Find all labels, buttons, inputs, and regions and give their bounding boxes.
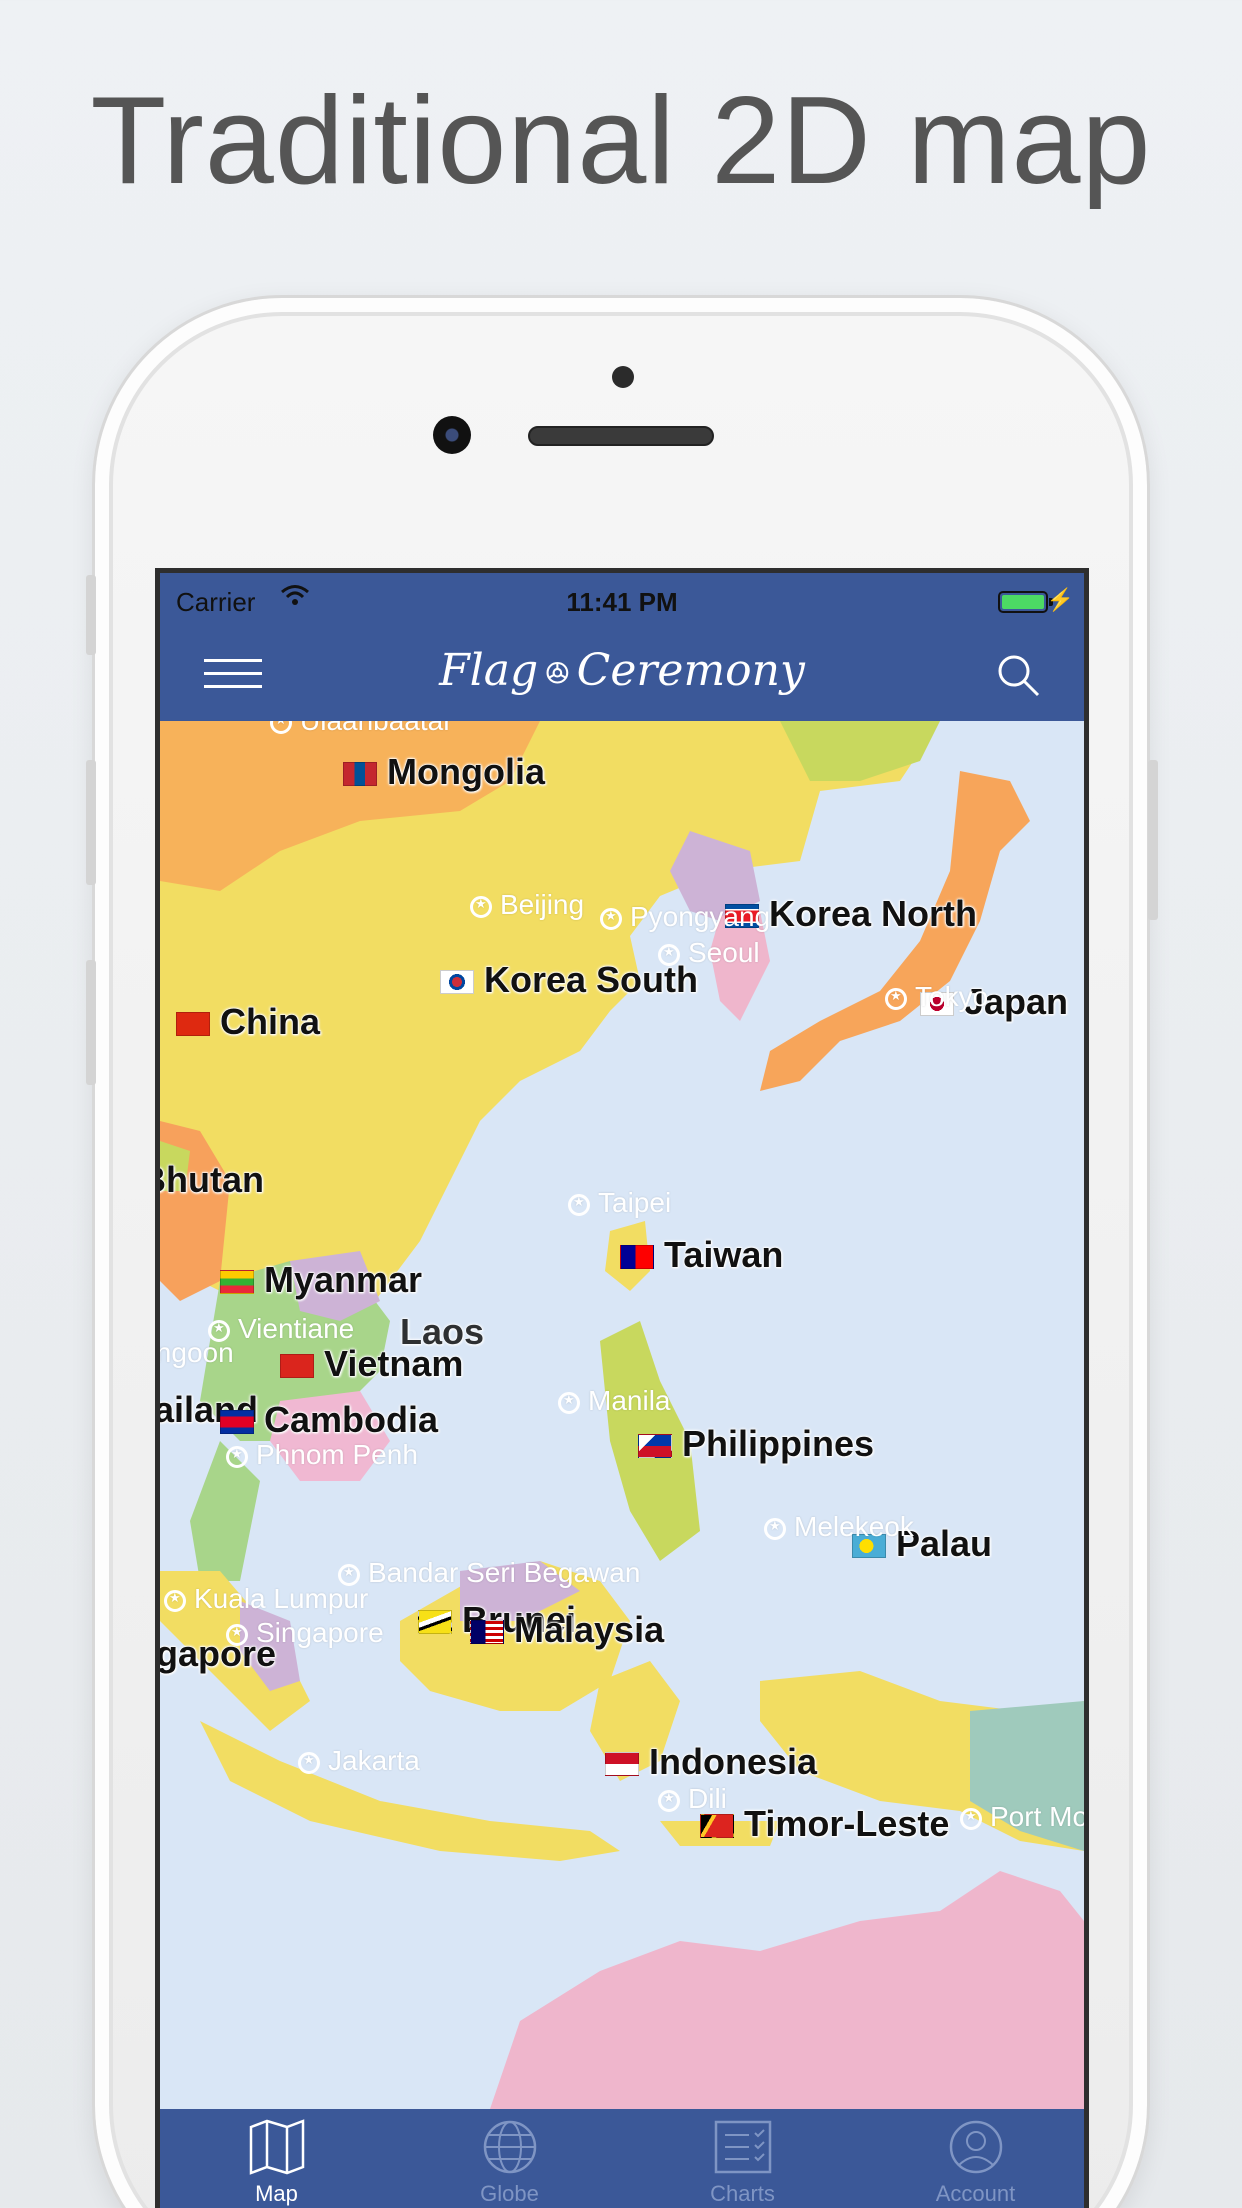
capital-label[interactable]: Rangoon xyxy=(160,1337,234,1369)
app-logo: Flag ꔮ Ceremony xyxy=(160,645,1084,696)
capital-label[interactable]: Tokyo xyxy=(885,981,988,1013)
indonesia-flag xyxy=(605,1752,639,1777)
country-label[interactable]: Bhutan xyxy=(160,1159,264,1201)
brand-left: Flag xyxy=(439,645,539,696)
status-time: 11:41 PM xyxy=(566,587,678,617)
capital-label[interactable]: Seoul xyxy=(658,937,760,969)
tab-globe[interactable]: Globe xyxy=(393,2119,626,2207)
country-label[interactable]: China xyxy=(176,1001,321,1043)
myanmar-flag xyxy=(220,1270,254,1295)
nav-bar: Flag ꔮ Ceremony xyxy=(160,631,1084,721)
capital-label[interactable]: Phnom Penh xyxy=(226,1439,418,1471)
brand-right: Ceremony xyxy=(576,645,805,696)
tab-bar: Map Globe Charts Account xyxy=(160,2109,1084,2208)
country-label[interactable]: Cambodia xyxy=(220,1399,439,1441)
power-button xyxy=(1148,760,1158,920)
capital-label[interactable]: Ulaanbaatar xyxy=(270,721,453,737)
status-bar: Carrier 11:41 PM ⚡ xyxy=(160,573,1084,631)
capital-label[interactable]: Pyongyang xyxy=(600,901,770,933)
timor-leste-flag xyxy=(700,1814,734,1839)
korea-south-flag xyxy=(440,970,474,995)
country-label[interactable]: Philippines xyxy=(638,1423,875,1465)
tab-account[interactable]: Account xyxy=(859,2119,1084,2207)
capital-label[interactable]: Kuala Lumpur xyxy=(164,1583,368,1615)
volume-up-button xyxy=(86,760,96,885)
country-label[interactable]: Timor-Leste xyxy=(700,1803,950,1845)
tab-charts[interactable]: Charts xyxy=(626,2119,859,2207)
device-screen: Carrier 11:41 PM ⚡ Flag ꔮ Ceremony Mongo… xyxy=(155,568,1089,2208)
search-icon[interactable] xyxy=(994,651,1042,699)
country-label[interactable]: Myanmar xyxy=(220,1259,423,1301)
country-label[interactable]: Vietnam xyxy=(280,1343,464,1385)
volume-down-button xyxy=(86,960,96,1085)
taiwan-flag xyxy=(620,1245,654,1270)
country-label[interactable]: Indonesia xyxy=(605,1741,818,1783)
capital-label[interactable]: Beijing xyxy=(470,889,584,921)
vietnam-flag xyxy=(280,1354,314,1379)
capital-label[interactable]: Melekeok xyxy=(764,1511,914,1543)
china-flag xyxy=(176,1012,210,1037)
front-camera xyxy=(433,416,471,454)
capital-label[interactable]: Jakarta xyxy=(298,1745,420,1777)
brunei-flag xyxy=(418,1610,452,1635)
capital-label[interactable]: Dili xyxy=(658,1783,727,1815)
country-label[interactable]: Mongolia xyxy=(343,751,545,793)
proximity-sensor xyxy=(612,366,634,388)
capital-label[interactable]: Singapore xyxy=(226,1617,384,1649)
philippines-flag xyxy=(638,1434,672,1459)
map-icon xyxy=(249,2119,304,2175)
country-label[interactable]: Taiwan xyxy=(620,1234,784,1276)
capital-label[interactable]: Bandar Seri Begawan xyxy=(338,1557,640,1589)
earpiece-speaker xyxy=(528,426,714,446)
charts-icon xyxy=(714,2120,771,2174)
tab-map[interactable]: Map xyxy=(160,2119,393,2207)
capital-label[interactable]: Manila xyxy=(558,1385,670,1417)
mongolia-flag xyxy=(343,762,377,787)
brand-mid: ꔮ xyxy=(544,654,571,694)
silent-switch xyxy=(86,575,96,655)
cambodia-flag xyxy=(220,1410,254,1435)
battery-icon xyxy=(998,591,1048,613)
capital-label[interactable]: Taipei xyxy=(568,1187,671,1219)
charging-icon: ⚡ xyxy=(1046,587,1074,612)
malaysia-flag xyxy=(470,1620,504,1645)
capital-label[interactable]: Port Moresby xyxy=(960,1801,1084,1833)
world-map[interactable]: Mongolia Korea North Korea South China J… xyxy=(160,721,1084,2109)
promo-headline: Traditional 2D map xyxy=(90,72,1152,210)
country-label[interactable]: Malaysia xyxy=(470,1609,665,1651)
globe-icon xyxy=(483,2120,536,2174)
account-icon xyxy=(949,2120,1002,2174)
